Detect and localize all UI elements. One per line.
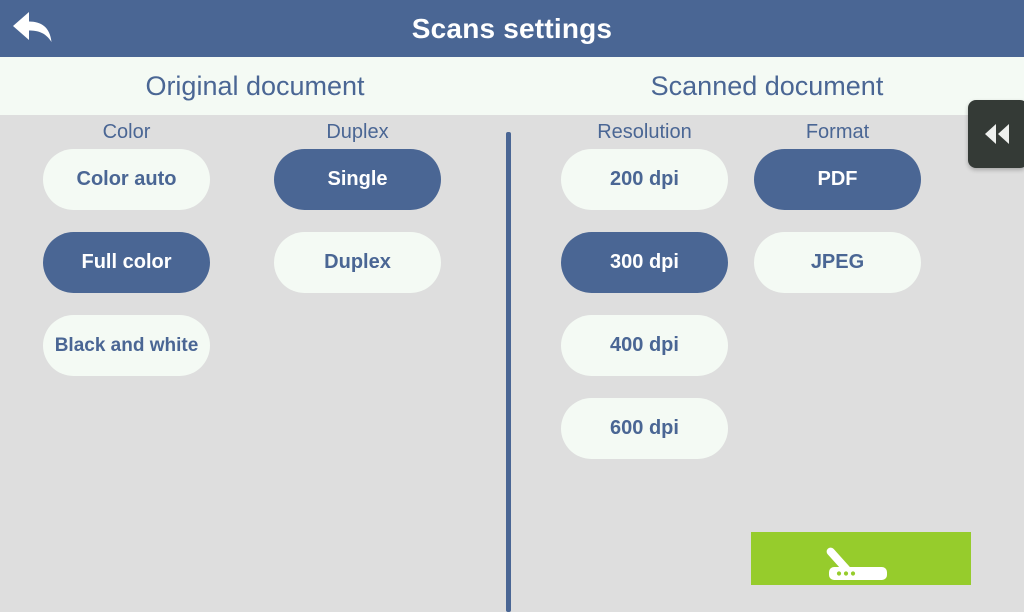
- group-title-format: Format: [805, 121, 870, 143]
- scans-settings-screen: Scans settings Original document Scanned…: [0, 0, 1024, 612]
- option-full-color[interactable]: Full color: [43, 232, 210, 293]
- collapse-panel-button[interactable]: [968, 100, 1024, 168]
- option-format-pdf[interactable]: PDF: [754, 149, 921, 210]
- section-title-scanned: Scanned document: [650, 71, 884, 101]
- page-title: Scans settings: [411, 13, 613, 44]
- option-duplex-single[interactable]: Single: [274, 149, 441, 210]
- option-resolution-200dpi[interactable]: 200 dpi: [561, 149, 728, 210]
- option-black-and-white[interactable]: Black and white: [43, 315, 210, 376]
- column-divider: [506, 132, 511, 612]
- option-group-duplex: Duplex Single Duplex: [274, 115, 441, 315]
- back-arrow-icon[interactable]: [2, 2, 64, 54]
- option-color-auto[interactable]: Color auto: [43, 149, 210, 210]
- group-title-duplex: Duplex: [326, 121, 389, 143]
- option-duplex-duplex[interactable]: Duplex: [274, 232, 441, 293]
- start-scan-button[interactable]: [751, 532, 971, 585]
- scanner-icon: [826, 547, 887, 580]
- option-resolution-400dpi[interactable]: 400 dpi: [561, 315, 728, 376]
- section-title-original: Original document: [145, 71, 365, 101]
- group-title-color: Color: [102, 121, 151, 143]
- double-chevron-left-icon: [985, 124, 1009, 144]
- option-resolution-600dpi[interactable]: 600 dpi: [561, 398, 728, 459]
- title-bar: Scans settings: [0, 0, 1024, 57]
- group-title-resolution: Resolution: [597, 121, 692, 143]
- option-format-jpeg[interactable]: JPEG: [754, 232, 921, 293]
- option-resolution-300dpi[interactable]: 300 dpi: [561, 232, 728, 293]
- option-group-format: Format PDF JPEG: [754, 115, 921, 315]
- section-title-band: Original document Scanned document: [0, 57, 1024, 115]
- option-group-resolution: Resolution 200 dpi 300 dpi 400 dpi 600 d…: [561, 115, 728, 481]
- option-group-color: Color Color auto Full color Black and wh…: [43, 115, 210, 398]
